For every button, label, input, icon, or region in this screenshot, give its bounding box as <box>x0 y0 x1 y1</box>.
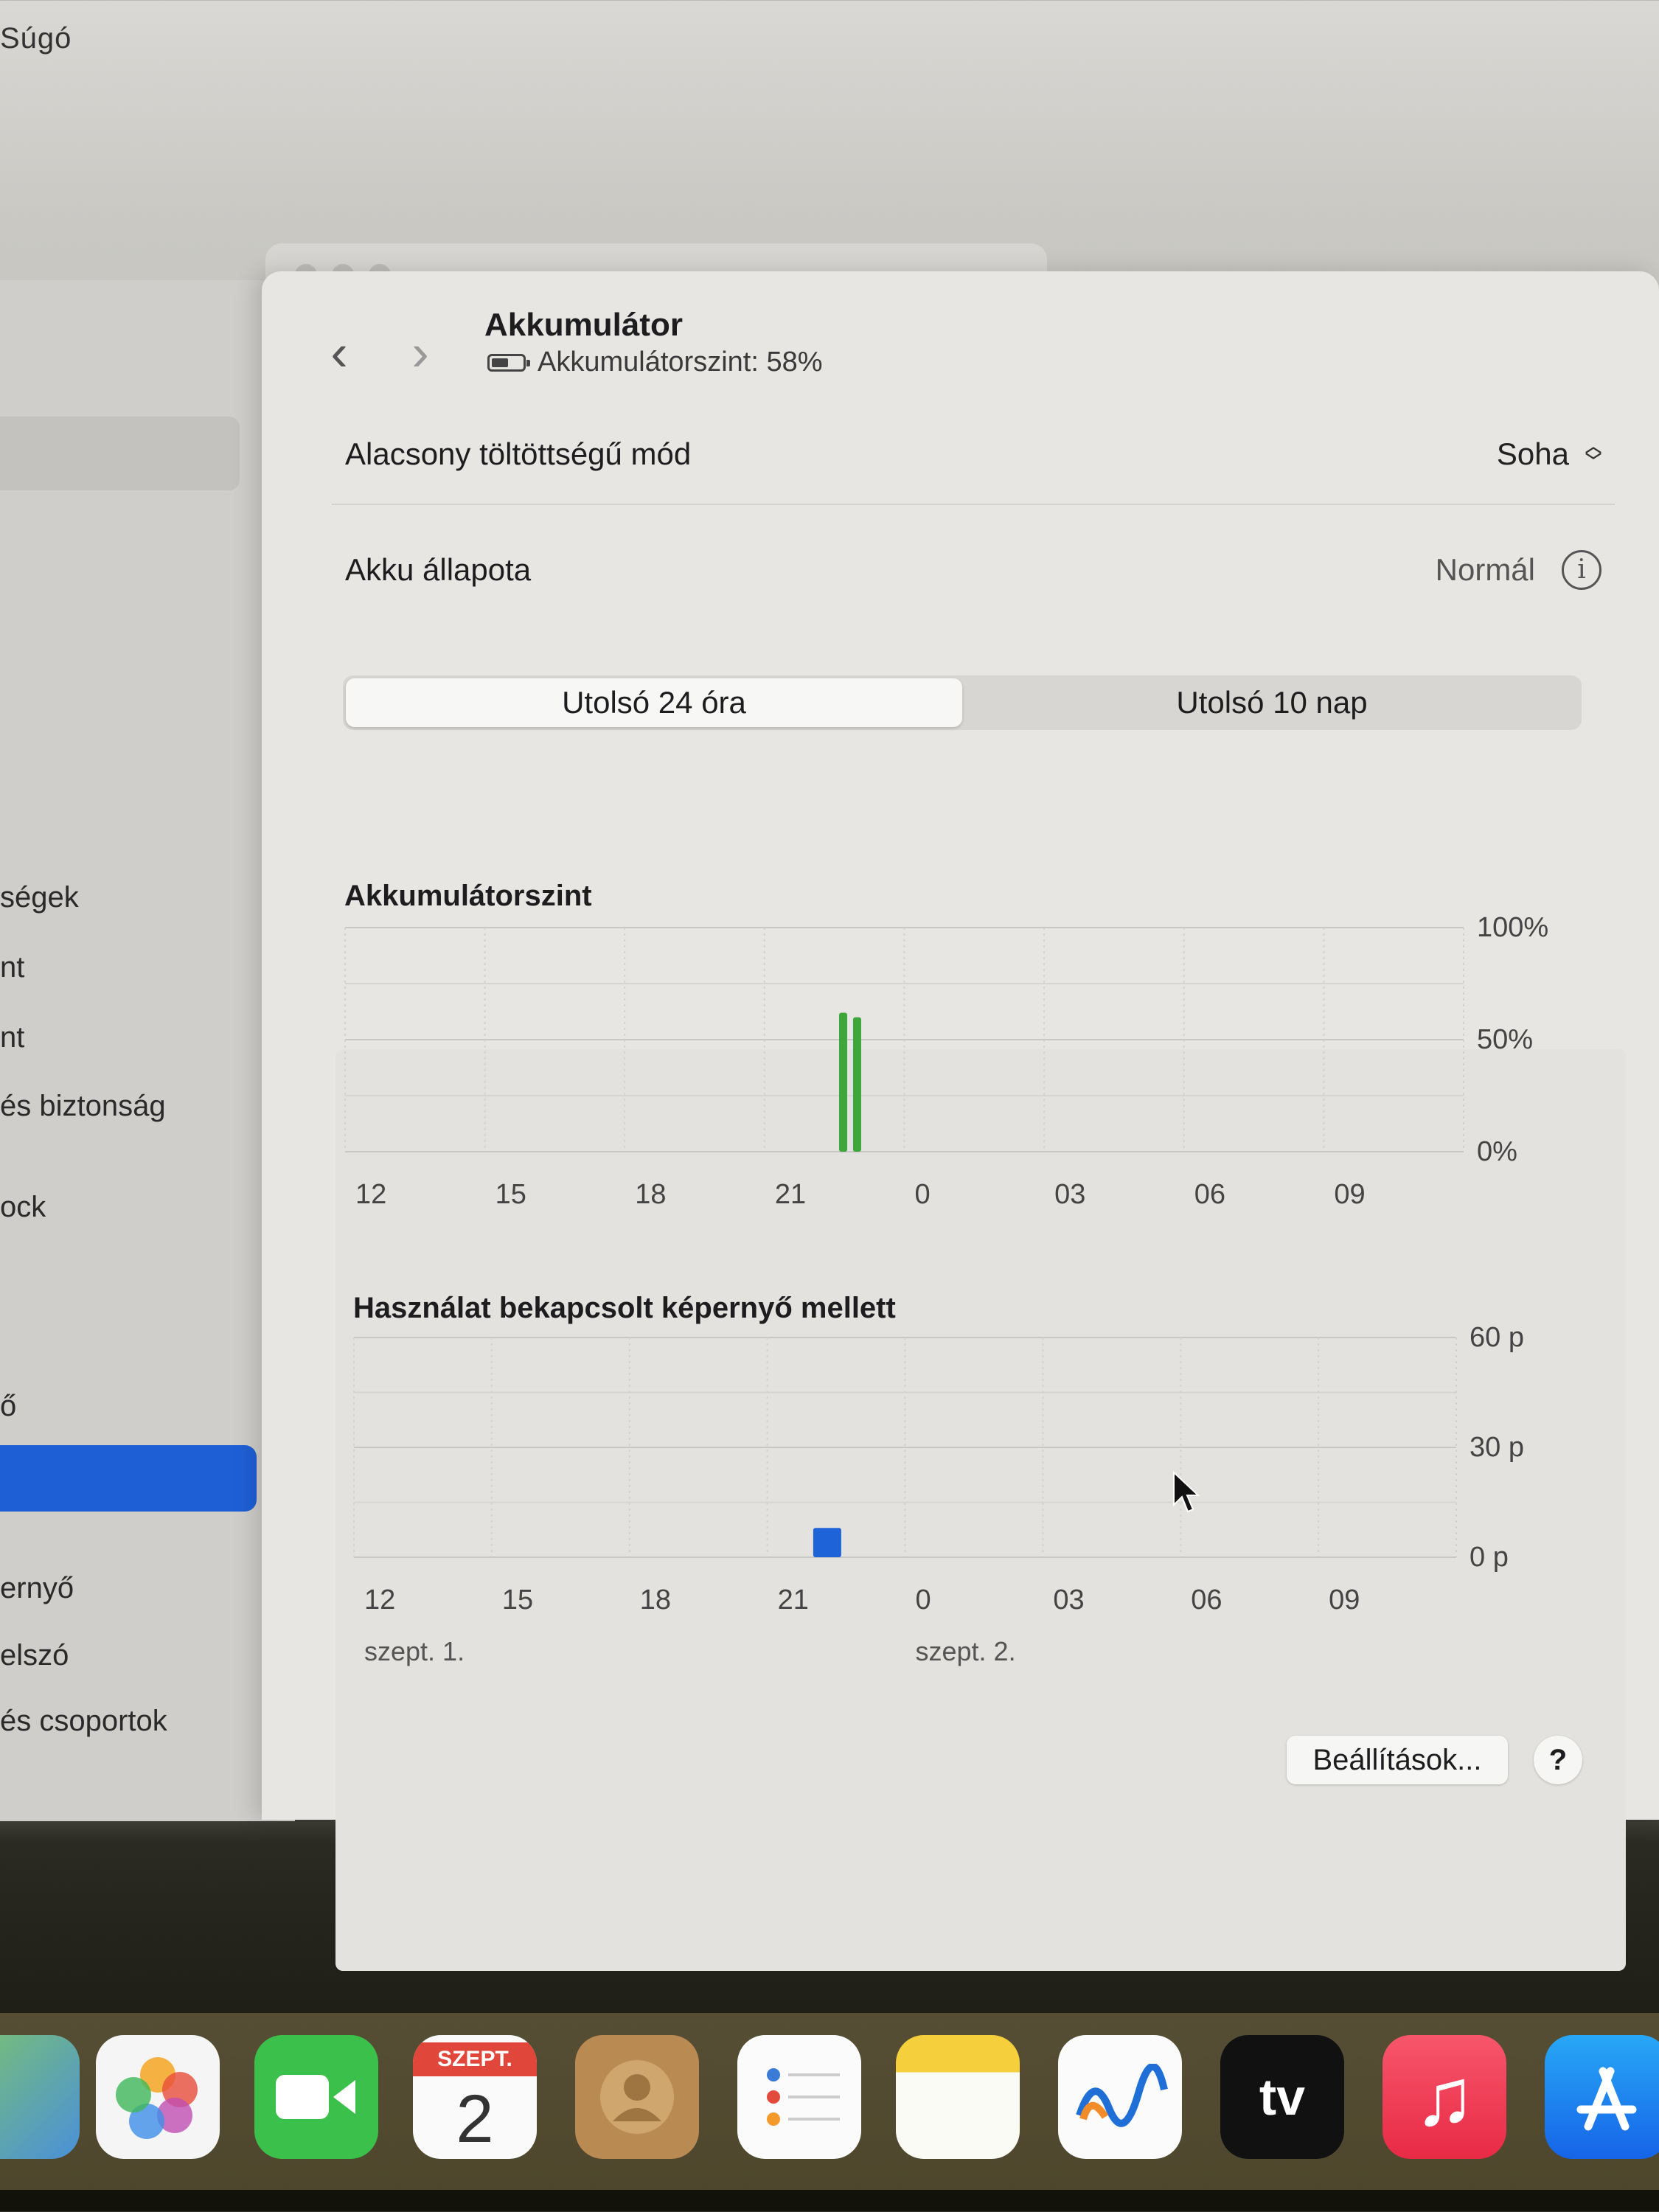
usage-chart-x-tick: 18 <box>640 1585 671 1615</box>
facetime-icon[interactable] <box>254 2035 378 2159</box>
dock: SZEPT. 2 tv ♫ <box>0 2013 1659 2190</box>
person-icon <box>600 2060 674 2134</box>
sidebar-item[interactable]: és csoportok <box>0 1705 167 1738</box>
usage-chart-x-tick: 06 <box>1191 1585 1222 1615</box>
sidebar-item-battery-selected[interactable] <box>0 1445 257 1512</box>
usage-chart-x-tick: 21 <box>778 1585 809 1615</box>
sidebar-item[interactable]: nt <box>0 951 24 984</box>
usage-chart-x-tick: 03 <box>1053 1585 1084 1615</box>
tv-label: tv <box>1259 2068 1306 2126</box>
notes-icon[interactable] <box>896 2035 1020 2159</box>
calendar-icon[interactable]: SZEPT. 2 <box>413 2035 537 2159</box>
sidebar-item[interactable]: elszó <box>0 1639 69 1672</box>
sidebar-item[interactable]: ock <box>0 1191 46 1224</box>
usage-chart-date-label: szept. 1. <box>364 1636 465 1666</box>
settings-button[interactable]: Beállítások... <box>1287 1736 1508 1784</box>
freeform-icon[interactable] <box>1058 2035 1182 2159</box>
photos-icon[interactable] <box>96 2035 220 2159</box>
help-button[interactable]: ? <box>1534 1736 1582 1784</box>
sidebar-search-area[interactable] <box>0 417 240 490</box>
usage-chart-x-tick: 15 <box>502 1585 533 1615</box>
usage-chart-y-tick: 30 p <box>1470 1432 1524 1463</box>
sidebar-item[interactable]: ségek <box>0 881 79 914</box>
sidebar-item[interactable]: nt <box>0 1021 24 1054</box>
sidebar-item[interactable]: ő <box>0 1390 16 1423</box>
music-note-icon: ♫ <box>1413 2051 1475 2143</box>
reminders-icon[interactable] <box>737 2035 861 2159</box>
contacts-icon[interactable] <box>575 2035 699 2159</box>
menubar-help[interactable]: Súgó <box>0 22 72 55</box>
usage-chart-y-tick: 0 p <box>1470 1542 1509 1573</box>
usage-chart-bar <box>813 1528 841 1557</box>
usage-chart-date-label: szept. 2. <box>916 1636 1016 1666</box>
video-camera-icon <box>276 2075 355 2119</box>
sidebar-item[interactable]: és biztonság <box>0 1090 166 1123</box>
usage-chart-x-tick: 12 <box>364 1585 395 1615</box>
tv-icon[interactable]: tv <box>1220 2035 1344 2159</box>
mouse-cursor-icon <box>1173 1471 1200 1513</box>
battery-settings-panel: ‹ › Akkumulátor Akkumulátorszint: 58% Al… <box>262 271 1659 1971</box>
app-store-icon[interactable] <box>1545 2035 1659 2159</box>
usage-chart-x-tick: 09 <box>1329 1585 1360 1615</box>
usage-chart-x-tick: 0 <box>916 1585 931 1615</box>
sidebar-item[interactable]: ernyő <box>0 1572 74 1605</box>
checklist-icon <box>767 2068 840 2126</box>
app-store-a-icon <box>1576 2067 1637 2131</box>
maps-icon[interactable] <box>0 2035 80 2159</box>
screen-usage-chart: 60 p 30 p 0 p 12 15 18 21 0 03 06 09 szept. 1. szept… <box>353 1322 1524 1666</box>
calendar-month: SZEPT. <box>413 2042 537 2076</box>
music-icon[interactable]: ♫ <box>1382 2035 1506 2159</box>
usage-chart-y-tick: 60 p <box>1470 1322 1524 1353</box>
calendar-day: 2 <box>456 2081 494 2157</box>
settings-sidebar: ségek nt nt és biztonság ock ő ernyő els… <box>0 280 295 1821</box>
photos-flower-icon <box>116 2057 198 2139</box>
scribble-icon <box>1076 2064 1168 2127</box>
